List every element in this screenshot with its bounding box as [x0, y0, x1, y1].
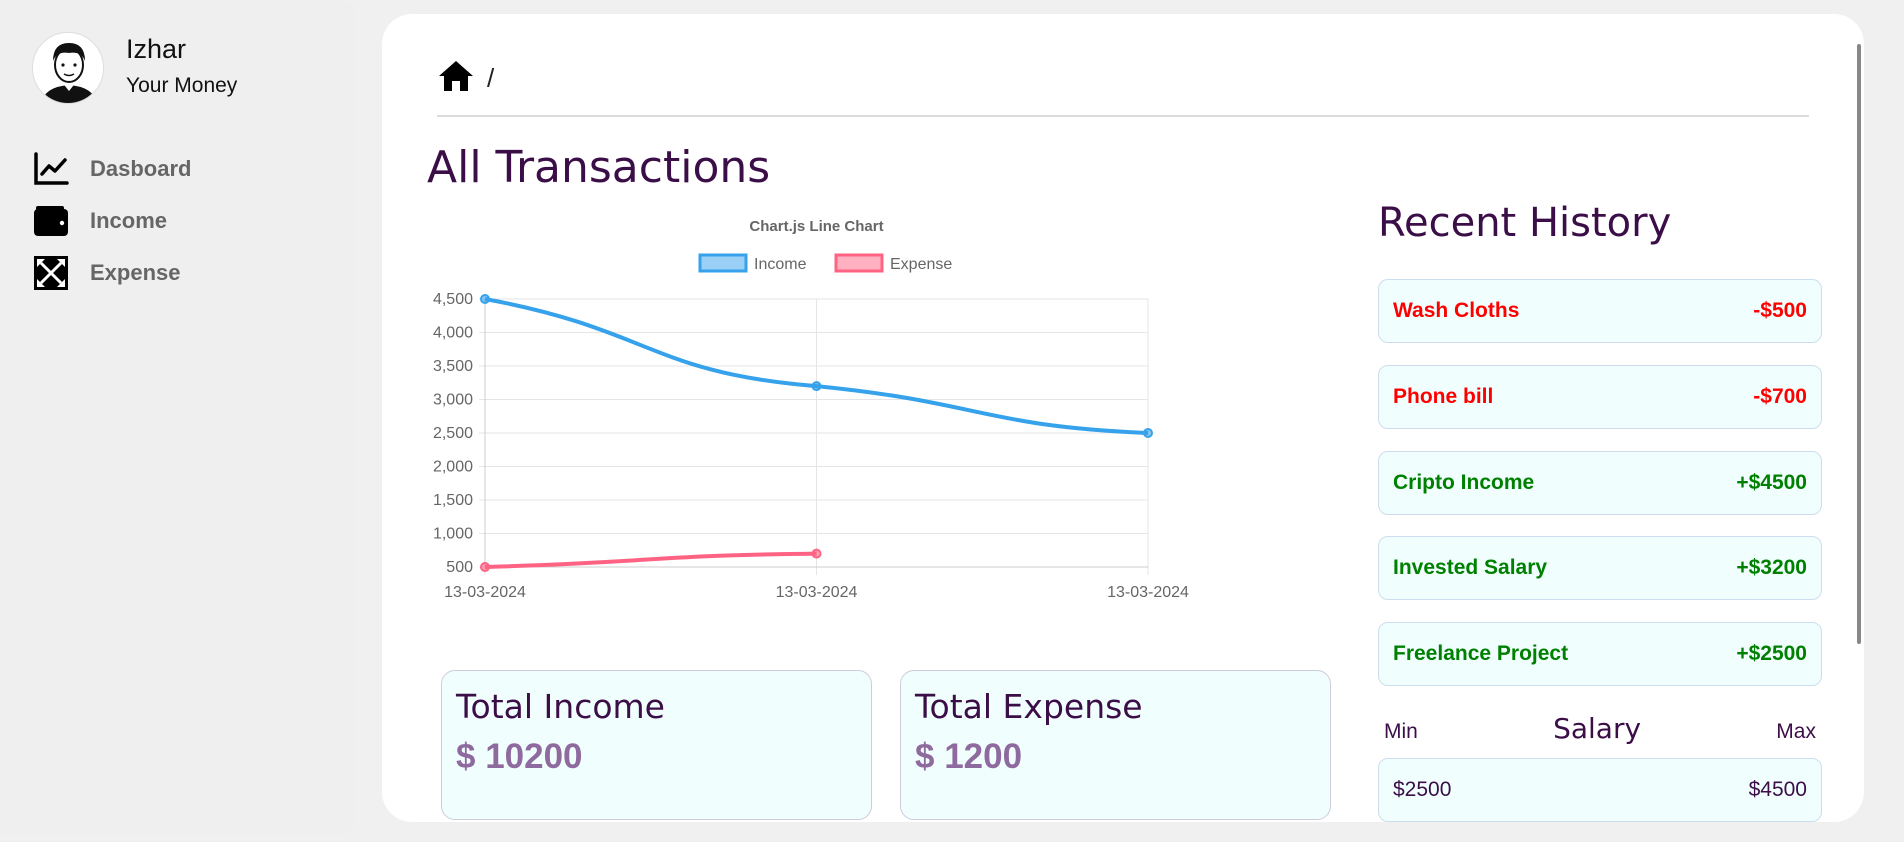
history-item-amount: -$700 [1753, 385, 1807, 408]
y-tick-label: 3,500 [433, 358, 473, 375]
x-tick-label: 13-03-2024 [776, 584, 858, 601]
chart-line-icon [32, 150, 70, 188]
y-tick-label: 2,500 [433, 425, 473, 442]
salary-header: Min Salary Max [1378, 712, 1822, 745]
recent-history-title: Recent History [1378, 200, 1672, 246]
history-item: Cripto Income +$4500 [1378, 451, 1822, 515]
data-point [811, 548, 822, 559]
home-icon[interactable] [437, 59, 475, 98]
breadcrumb-separator: / [487, 63, 495, 93]
expand-arrows-icon [32, 254, 70, 292]
salary-max-value: $4500 [1748, 778, 1807, 801]
data-point [480, 294, 490, 304]
total-expense-value: $ 1200 [915, 737, 1023, 776]
history-item-amount: -$500 [1753, 299, 1807, 322]
salary-range: $2500 $4500 [1378, 758, 1822, 822]
history-item-amount: +$3200 [1736, 556, 1807, 579]
divider [437, 115, 1809, 117]
history-item-name: Cripto Income [1393, 471, 1535, 494]
y-tick-label: 2,000 [433, 459, 473, 476]
breadcrumb: / [437, 59, 494, 98]
y-tick-label: 4,000 [433, 325, 473, 342]
sidebar-nav: Dasboard Income Expense [32, 143, 191, 299]
sidebar-item-income[interactable]: Income [32, 195, 191, 247]
profile: Izhar Your Money [32, 32, 237, 104]
line-chart: Chart.js Line Chart Income Expense 4,500 4,0… [433, 218, 1189, 601]
main-panel: / All Transactions Chart.js Line Chart In… [382, 14, 1864, 822]
salary-min-value: $2500 [1393, 778, 1452, 801]
transactions-chart: Chart.js Line Chart Income Expense 4,500 4,0… [410, 209, 1340, 669]
wallet-icon [32, 202, 70, 240]
history-item: Freelance Project +$2500 [1378, 622, 1822, 686]
history-item: Phone bill -$700 [1378, 365, 1822, 429]
history-item-amount: +$4500 [1736, 471, 1807, 494]
user-subtitle: Your Money [126, 74, 238, 97]
history-item: Invested Salary +$3200 [1378, 536, 1822, 600]
total-expense-label: Total Expense [915, 687, 1143, 726]
legend-label: Income [754, 256, 807, 273]
history-item-name: Freelance Project [1393, 642, 1569, 665]
total-income-card: Total Income $ 10200 [441, 670, 872, 820]
avatar [32, 32, 104, 104]
sidebar-item-label: Expense [90, 260, 181, 285]
chart-title: Chart.js Line Chart [749, 218, 883, 235]
y-tick-label: 500 [446, 559, 473, 576]
sidebar: Izhar Your Money Dasboard Income Expense [0, 0, 355, 835]
history-item-name: Wash Cloths [1393, 299, 1520, 322]
user-name: Izhar [126, 34, 187, 64]
legend-label: Expense [890, 256, 952, 273]
series-line-expense [484, 551, 817, 569]
history-item: Wash Cloths -$500 [1378, 279, 1822, 343]
data-point [1143, 428, 1153, 438]
y-tick-label: 3,000 [433, 392, 473, 409]
page-title: All Transactions [427, 142, 771, 193]
salary-title: Salary [1553, 712, 1642, 745]
x-tick-label: 13-03-2024 [444, 584, 526, 601]
total-expense-card: Total Expense $ 1200 [900, 670, 1331, 820]
x-tick-label: 13-03-2024 [1107, 584, 1189, 601]
legend-swatch [698, 253, 748, 273]
legend-swatch [834, 253, 884, 273]
total-income-value: $ 10200 [456, 737, 583, 776]
salary-min-label: Min [1384, 720, 1418, 743]
sidebar-item-label: Dasboard [90, 156, 192, 181]
history-item-name: Invested Salary [1393, 556, 1548, 579]
y-tick-label: 1,500 [433, 492, 473, 509]
salary-max-label: Max [1776, 720, 1816, 743]
sidebar-item-label: Income [90, 208, 168, 233]
data-point [480, 562, 490, 572]
scrollbar[interactable] [1857, 44, 1861, 644]
data-point [811, 381, 822, 392]
sidebar-item-expense[interactable]: Expense [32, 247, 191, 299]
total-income-label: Total Income [456, 687, 665, 726]
y-tick-label: 1,000 [433, 526, 473, 543]
history-item-amount: +$2500 [1736, 642, 1807, 665]
sidebar-item-dashboard[interactable]: Dasboard [32, 143, 191, 195]
y-tick-label: 4,500 [433, 291, 473, 308]
history-item-name: Phone bill [1393, 385, 1494, 408]
